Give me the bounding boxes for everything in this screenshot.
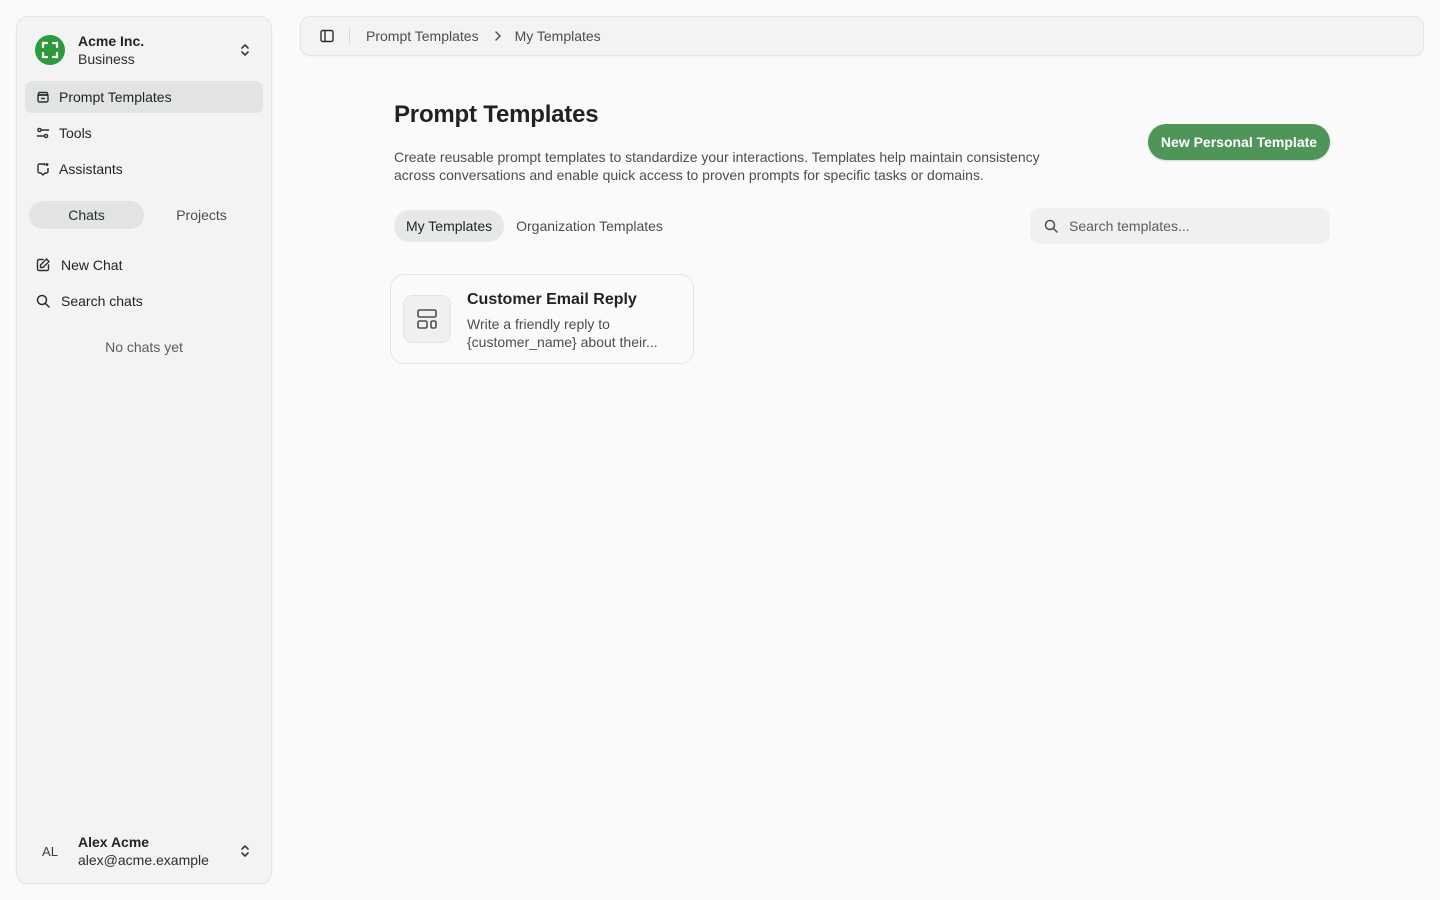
tab-my-templates[interactable]: My Templates [394, 210, 505, 242]
template-search [1030, 208, 1330, 244]
page-description: Create reusable prompt templates to stan… [394, 149, 1040, 183]
chevrons-up-down-icon [237, 42, 253, 58]
sidebar-item-tools[interactable]: Tools [25, 117, 263, 149]
chevron-right-icon [491, 29, 505, 43]
template-icon [35, 89, 51, 105]
template-card[interactable]: Customer Email Reply Write a friendly re… [390, 274, 694, 364]
chevrons-up-down-icon [237, 843, 253, 859]
page-title: Prompt Templates [394, 101, 599, 128]
new-chat-label: New Chat [61, 257, 123, 273]
new-personal-template-button[interactable]: New Personal Template [1148, 124, 1330, 160]
search-chats-button[interactable]: Search chats [25, 285, 263, 317]
sidebar-item-label: Assistants [59, 161, 123, 177]
tab-chats[interactable]: Chats [29, 201, 144, 229]
breadcrumb-my-templates: My Templates [514, 28, 601, 44]
sliders-icon [35, 125, 51, 141]
tab-organization-templates[interactable]: Organization Templates [504, 210, 675, 242]
sidebar: Acme Inc. Business Prompt Templates Tool… [16, 16, 272, 884]
search-input[interactable] [1069, 218, 1330, 234]
org-logo [35, 35, 65, 65]
org-plan: Business [78, 51, 135, 67]
divider [349, 28, 350, 44]
edit-icon [35, 257, 51, 273]
sidebar-item-prompt-templates[interactable]: Prompt Templates [25, 81, 263, 113]
template-title: Customer Email Reply [467, 291, 637, 308]
layout-template-icon [403, 295, 451, 343]
tab-projects[interactable]: Projects [144, 201, 259, 229]
user-menu[interactable]: AL Alex Acme alex@acme.example [25, 827, 263, 875]
sidebar-toggle-icon[interactable] [319, 28, 335, 44]
chats-projects-toggle: Chats Projects [29, 201, 259, 229]
template-tabs: My Templates Organization Templates [394, 210, 675, 242]
breadcrumb-prompt-templates[interactable]: Prompt Templates [366, 28, 479, 44]
search-icon [1043, 218, 1059, 234]
sidebar-item-label: Tools [59, 125, 92, 141]
sidebar-item-label: Prompt Templates [59, 89, 172, 105]
avatar: AL [42, 843, 58, 859]
chat-actions: New Chat Search chats [25, 249, 263, 321]
org-name: Acme Inc. [78, 33, 145, 49]
user-name: Alex Acme [78, 834, 150, 850]
top-bar: Prompt Templates My Templates [300, 16, 1424, 56]
sidebar-item-assistants[interactable]: Assistants [25, 153, 263, 185]
template-description: Write a friendly reply to {customer_name… [467, 316, 658, 350]
assistant-icon [35, 161, 51, 177]
org-switcher[interactable]: Acme Inc. Business [25, 25, 263, 75]
new-chat-button[interactable]: New Chat [25, 249, 263, 281]
sidebar-nav: Prompt Templates Tools Assistants [25, 81, 263, 189]
search-chats-label: Search chats [61, 293, 143, 309]
user-email: alex@acme.example [78, 852, 209, 868]
search-icon [35, 293, 51, 309]
empty-chats-message: No chats yet [105, 339, 183, 355]
